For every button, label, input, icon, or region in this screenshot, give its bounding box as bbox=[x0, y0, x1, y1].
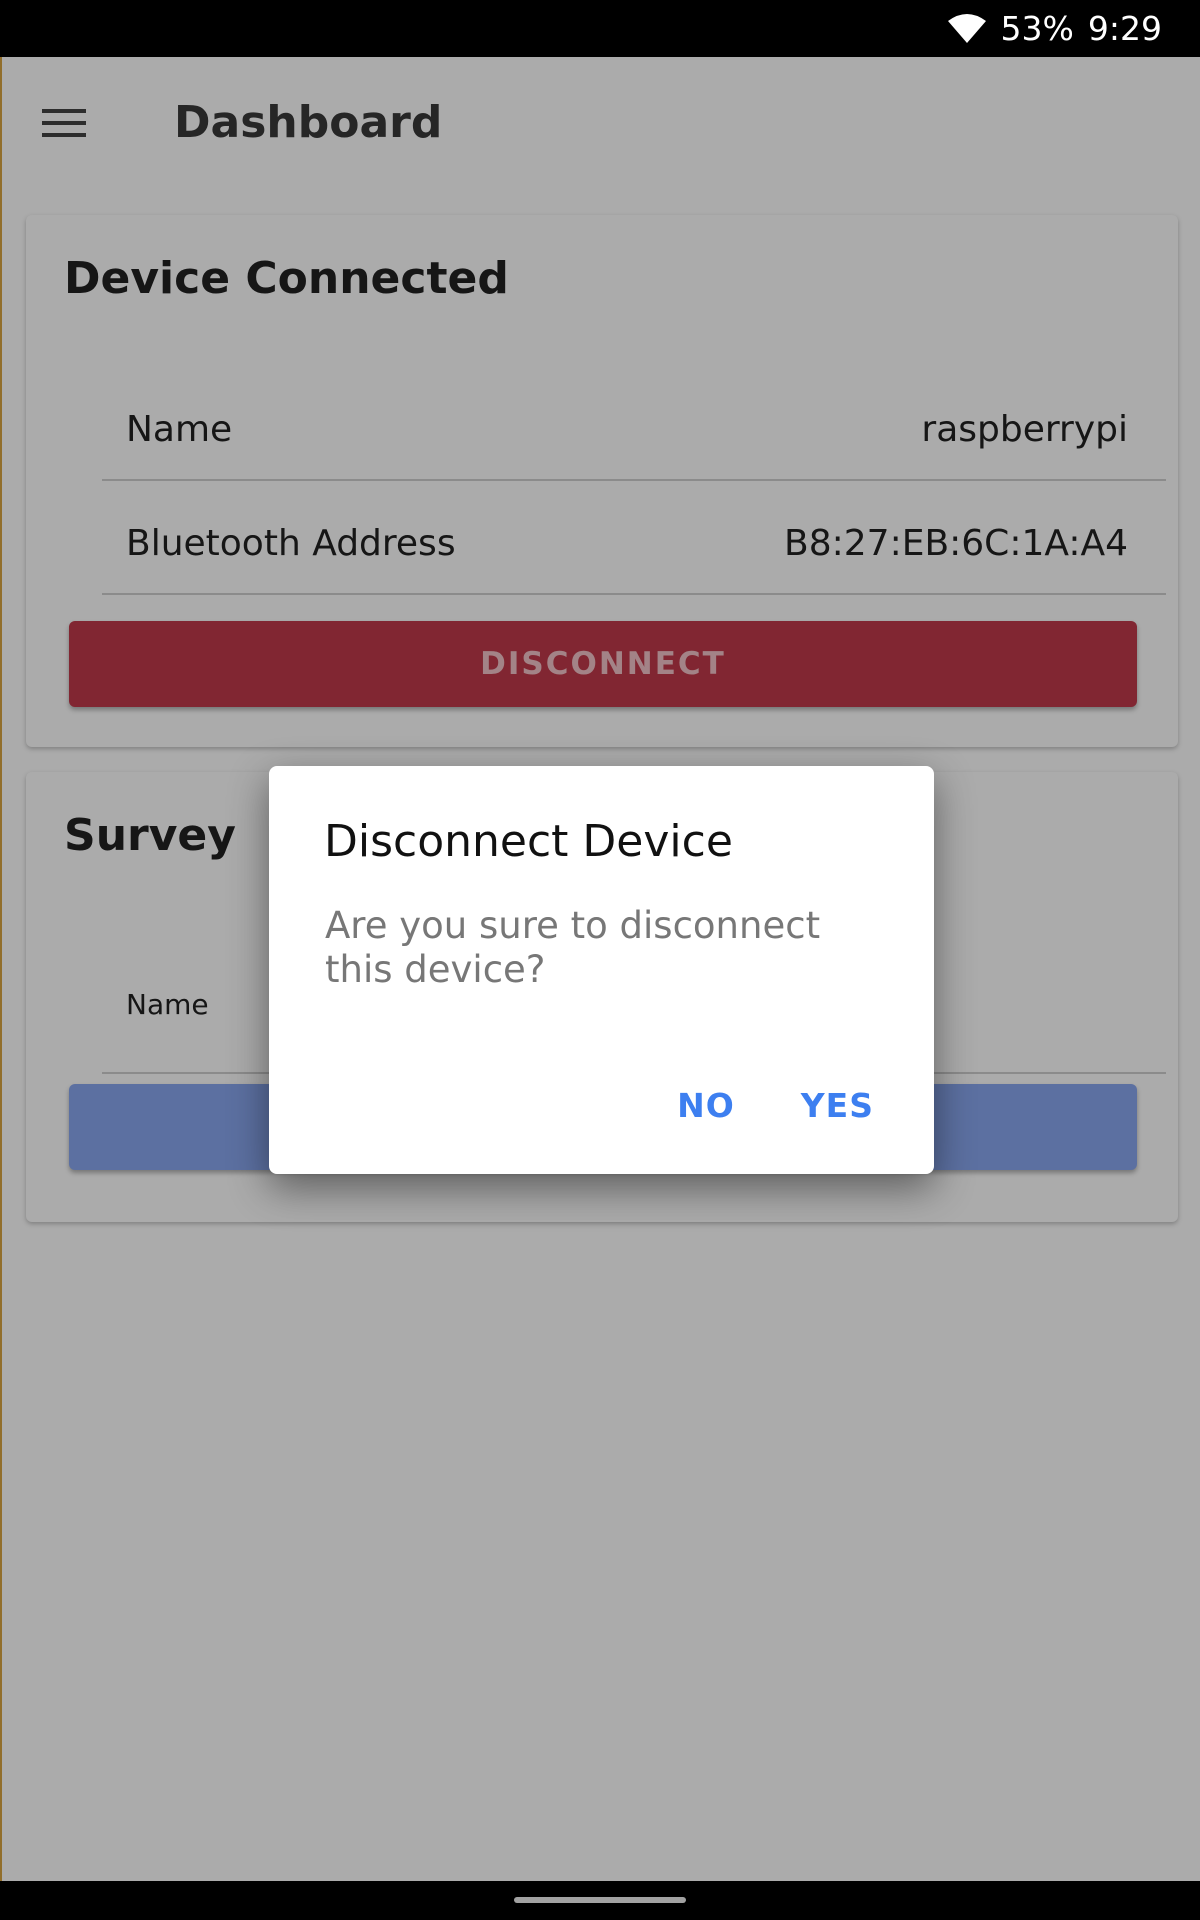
disconnect-dialog: Disconnect Device Are you sure to discon… bbox=[269, 766, 934, 1174]
dialog-title: Disconnect Device bbox=[324, 816, 733, 867]
clock: 9:29 bbox=[1087, 9, 1162, 48]
no-button[interactable]: NO bbox=[677, 1086, 735, 1125]
wifi-icon bbox=[947, 13, 986, 43]
battery-percent: 53% bbox=[1000, 9, 1074, 48]
dialog-actions: NO YES bbox=[677, 1086, 874, 1125]
status-bar-overlay: 53% 9:29 bbox=[0, 0, 1200, 57]
yes-button[interactable]: YES bbox=[801, 1086, 874, 1125]
status-indicators-overlay: 53% 9:29 bbox=[947, 0, 1162, 57]
dialog-message: Are you sure to disconnect this device? bbox=[325, 904, 821, 991]
